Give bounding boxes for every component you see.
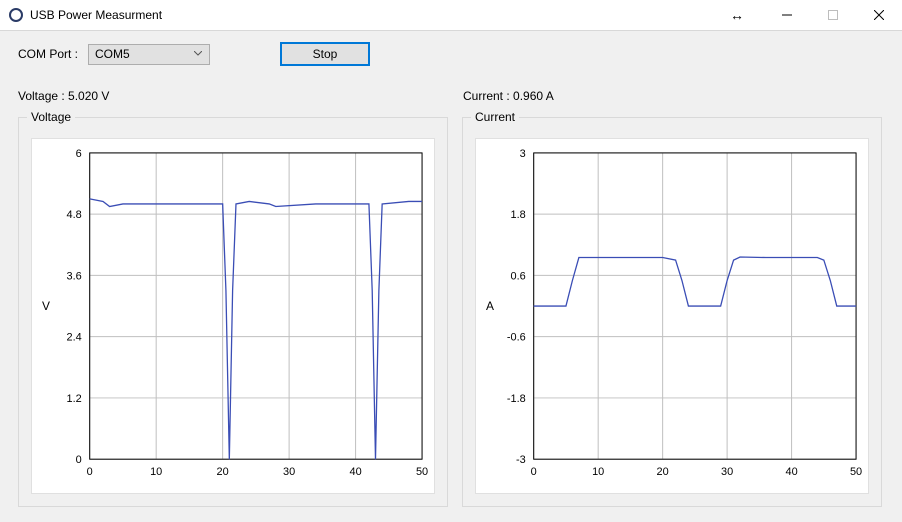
svg-text:-0.6: -0.6 [507, 332, 526, 344]
close-button[interactable] [856, 0, 902, 30]
svg-text:10: 10 [150, 466, 162, 478]
current-groupbox: Current 01020304050-3-1.8-0.60.61.83A [462, 117, 882, 507]
voltage-groupbox: Voltage 0102030405001.22.43.64.86V [18, 117, 448, 507]
svg-text:20: 20 [217, 466, 229, 478]
controls-row: COM Port : COM5 Stop [18, 41, 884, 67]
svg-text:0.6: 0.6 [511, 270, 526, 282]
svg-text:0: 0 [87, 466, 93, 478]
svg-text:40: 40 [350, 466, 362, 478]
minimize-button[interactable] [764, 0, 810, 30]
svg-text:1.2: 1.2 [67, 393, 82, 405]
svg-text:6: 6 [76, 148, 82, 160]
svg-text:0: 0 [531, 466, 537, 478]
client-area: COM Port : COM5 Stop Voltage : 5.020 V C… [0, 30, 902, 522]
current-reading: Current : 0.960 A [463, 89, 554, 103]
svg-text:30: 30 [283, 466, 295, 478]
svg-text:3.6: 3.6 [67, 270, 82, 282]
stop-button[interactable]: Stop [280, 42, 370, 66]
resize-indicator-icon: ↔ [710, 7, 764, 23]
svg-text:4.8: 4.8 [67, 209, 82, 221]
window-title: USB Power Measurment [30, 8, 162, 22]
voltage-chart: 0 10 20 30 40 50 0 1.2 2.4 3.6 4.8 6 V [31, 138, 435, 494]
voltage-group-legend: Voltage [27, 110, 75, 124]
current-group-legend: Current [471, 110, 519, 124]
com-port-select[interactable]: COM5 [88, 44, 210, 65]
svg-text:2.4: 2.4 [67, 332, 82, 344]
svg-text:V: V [42, 299, 50, 313]
current-chart: 0 10 20 30 40 50 -3 -1.8 -0.6 0.6 1.8 3 A [475, 138, 869, 494]
chevron-down-icon [191, 51, 205, 57]
svg-text:0: 0 [76, 454, 82, 466]
voltage-reading: Voltage : 5.020 V [18, 89, 109, 103]
title-bar: USB Power Measurment ↔ [0, 0, 902, 31]
svg-text:30: 30 [721, 466, 733, 478]
stop-button-label: Stop [313, 47, 338, 61]
svg-text:50: 50 [416, 466, 428, 478]
svg-text:-3: -3 [516, 454, 526, 466]
svg-text:3: 3 [520, 148, 526, 160]
svg-text:50: 50 [850, 466, 862, 478]
svg-text:A: A [486, 299, 494, 313]
readings-row: Voltage : 5.020 V Current : 0.960 A [18, 89, 884, 103]
svg-text:1.8: 1.8 [511, 209, 526, 221]
com-port-value: COM5 [95, 47, 191, 61]
com-port-label: COM Port : [18, 47, 78, 61]
svg-text:20: 20 [657, 466, 669, 478]
maximize-button[interactable] [810, 0, 856, 30]
svg-text:10: 10 [592, 466, 604, 478]
svg-text:40: 40 [786, 466, 798, 478]
app-icon [8, 7, 24, 23]
svg-text:-1.8: -1.8 [507, 393, 526, 405]
